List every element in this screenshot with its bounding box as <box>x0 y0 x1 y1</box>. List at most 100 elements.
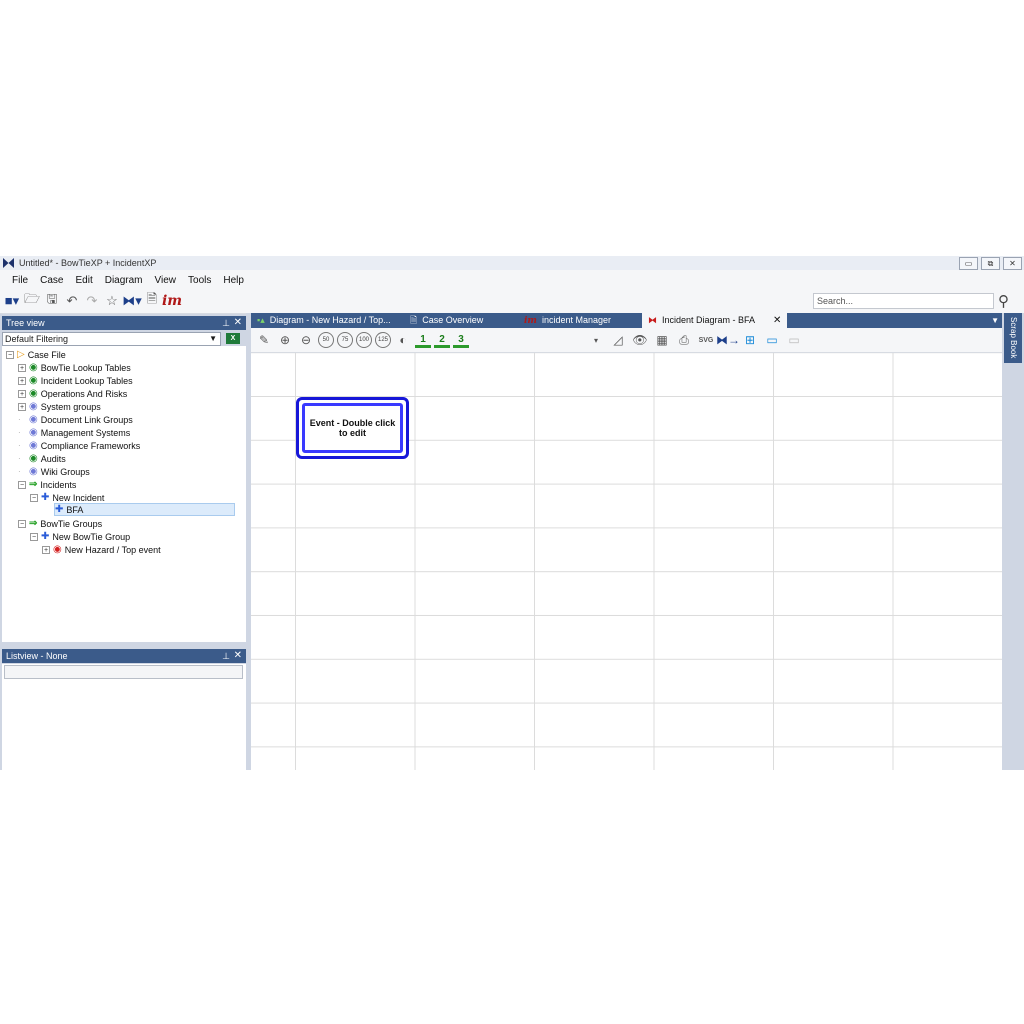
tab-case-overview[interactable]: 🗎 Case Overview <box>410 313 483 328</box>
favorite-star-icon[interactable]: ☆ <box>104 293 120 309</box>
menu-help[interactable]: Help <box>217 275 250 286</box>
scrapbook-sidebar: Scrap Book <box>1002 313 1024 770</box>
tree-item-operations-and-risks[interactable]: + ◉ Operations And Risks <box>18 387 127 400</box>
diagram-canvas[interactable]: Event - Double click to edit <box>251 353 1002 770</box>
tree-item-document-link-groups[interactable]: · ◉ Document Link Groups <box>18 413 133 426</box>
menu-diagram[interactable]: Diagram <box>99 275 149 286</box>
undo-icon[interactable]: ↶ <box>64 293 80 309</box>
save-icon[interactable]: 🖫 <box>44 291 60 309</box>
tab-incident-diagram-bfa[interactable]: ⧓ Incident Diagram - BFA ✕ <box>642 313 788 328</box>
visibility-eye-icon[interactable]: 👁 <box>631 331 649 349</box>
menu-view[interactable]: View <box>149 275 183 286</box>
collapse-icon[interactable]: − <box>18 480 26 489</box>
zoom-out-icon[interactable]: ⊖ <box>297 331 315 349</box>
search-input[interactable]: Search... <box>813 293 994 309</box>
blue-circle-icon: ◉ <box>29 400 38 412</box>
scrapbook-tab[interactable]: Scrap Book <box>1004 313 1022 363</box>
treeview: − ▷ Case File + ◉ BowTie Lookup Tables + ◉ Inc… <box>2 346 246 642</box>
close-window-button[interactable]: ✕ <box>1003 257 1022 270</box>
menu-file[interactable]: File <box>6 275 34 286</box>
tree-item-audits[interactable]: · ◉ Audits <box>18 452 66 465</box>
tree-item-case-file[interactable]: − ▷ Case File <box>6 348 66 361</box>
tree-item-management-systems[interactable]: · ◉ Management Systems <box>18 426 130 439</box>
tab-incident-manager[interactable]: im incident Manager <box>524 313 611 328</box>
excel-export-icon[interactable]: X <box>226 333 240 344</box>
tree-item-wiki-groups[interactable]: · ◉ Wiki Groups <box>18 465 90 478</box>
open-folder-icon[interactable]: 🗁 <box>24 291 40 309</box>
zoom-in-icon[interactable]: ⊕ <box>276 331 294 349</box>
tree-item-new-bowtie-group[interactable]: − ✚ New BowTie Group <box>30 530 130 543</box>
diagram-toolbar: ✎ ⊕ ⊖ 50 75 100 125 ◐ 1 2 3 ▾ ◿ 👁 ▦ ⎙ SV… <box>251 328 1002 353</box>
level-2-icon[interactable]: 2 <box>434 332 450 348</box>
pin-icon[interactable]: ⊥ <box>222 316 230 330</box>
incident-cross-icon: ✚ <box>41 491 50 503</box>
tree-item-incidents[interactable]: − ⇒ Incidents <box>18 478 76 491</box>
level-3-icon[interactable]: 3 <box>453 332 469 348</box>
application-window: Untitled* - BowTieXP + IncidentXP ▭ ⧉ ✕ … <box>0 256 1024 770</box>
layout-icon[interactable]: ◿ <box>609 331 627 349</box>
zoom-75-icon[interactable]: 75 <box>337 332 353 348</box>
window-title: Untitled* - BowTieXP + IncidentXP <box>19 258 157 268</box>
case-file-icon: ▷ <box>17 348 25 360</box>
title-bar: Untitled* - BowTieXP + IncidentXP ▭ ⧉ ✕ <box>0 256 1024 270</box>
document-icon[interactable]: 🗎 <box>144 291 160 309</box>
add-box-icon[interactable]: ⊞ <box>741 331 759 349</box>
tree-item-new-hazard[interactable]: + ◉ New Hazard / Top event <box>42 543 161 556</box>
zoom-125-icon[interactable]: 125 <box>375 332 391 348</box>
zoom-100-icon[interactable]: 100 <box>356 332 372 348</box>
menu-bar: File Case Edit Diagram View Tools Help <box>0 270 1024 290</box>
incidentxp-logo-icon: im <box>524 316 537 326</box>
zoom-50-icon[interactable]: 50 <box>318 332 334 348</box>
expand-icon[interactable]: + <box>18 402 26 411</box>
search-icon[interactable]: ⚲ <box>998 292 1009 310</box>
restore-button[interactable]: ⧉ <box>981 257 1000 270</box>
menu-tools[interactable]: Tools <box>182 275 217 286</box>
tabs-dropdown-icon[interactable]: ▼ <box>991 313 999 328</box>
pin-icon[interactable]: ⊥ <box>222 649 230 663</box>
tab-diagram-new-hazard[interactable]: ▪▴ Diagram - New Hazard / Top... <box>257 313 391 328</box>
svg-export-icon[interactable]: SVG <box>697 331 715 349</box>
listview-filter-field[interactable] <box>4 665 243 679</box>
close-icon[interactable]: ✕ <box>234 649 242 663</box>
collapse-icon[interactable]: − <box>30 493 38 502</box>
export-icon[interactable]: ⎙ <box>675 331 693 349</box>
blue-circle-icon: ◉ <box>29 465 38 477</box>
zoom-fit-icon[interactable]: ◐ <box>394 331 412 349</box>
tree-item-bowtie-groups[interactable]: − ⇒ BowTie Groups <box>18 517 102 530</box>
menu-edit[interactable]: Edit <box>69 275 98 286</box>
collapse-icon[interactable]: − <box>6 350 14 359</box>
collapse-icon[interactable]: − <box>18 519 26 528</box>
edit-icon[interactable]: ✎ <box>255 331 273 349</box>
tree-item-system-groups[interactable]: + ◉ System groups <box>18 400 101 413</box>
grid-icon[interactable]: ▦ <box>653 331 671 349</box>
incidentxp-logo-icon[interactable]: im <box>162 293 182 309</box>
redo-icon[interactable]: ↷ <box>84 293 100 309</box>
treeview-header: Tree view ⊥ ✕ <box>2 316 246 330</box>
close-tab-icon[interactable]: ✕ <box>773 315 781 326</box>
green-circle-icon: ◉ <box>29 361 38 373</box>
hazard-red-icon: ◉ <box>53 543 62 555</box>
expand-icon[interactable]: + <box>18 389 26 398</box>
event-node[interactable]: Event - Double click to edit <box>296 397 409 459</box>
expand-icon[interactable]: + <box>42 545 50 554</box>
tree-item-bowtie-lookup-tables[interactable]: + ◉ BowTie Lookup Tables <box>18 361 131 374</box>
close-icon[interactable]: ✕ <box>234 316 242 330</box>
bowtie-diagram-icon[interactable]: ⧓▾ <box>122 293 142 309</box>
tree-item-bfa[interactable]: ✚ BFA <box>54 503 235 516</box>
menu-case[interactable]: Case <box>34 275 69 286</box>
collapse-icon[interactable]: − <box>30 532 38 541</box>
tree-item-incident-lookup-tables[interactable]: + ◉ Incident Lookup Tables <box>18 374 133 387</box>
tree-item-compliance-frameworks[interactable]: · ◉ Compliance Frameworks <box>18 439 140 452</box>
expand-icon[interactable]: + <box>18 376 26 385</box>
diagram-icon: ▪▴ <box>257 315 265 325</box>
treeview-title: Tree view <box>6 318 45 328</box>
expand-icon[interactable]: + <box>18 363 26 372</box>
document-tabs: ▪▴ Diagram - New Hazard / Top... 🗎 Case Ov… <box>251 313 1002 328</box>
box-outline-icon[interactable]: ▭ <box>763 331 781 349</box>
level-1-icon[interactable]: 1 <box>415 332 431 348</box>
dropdown-icon[interactable]: ▾ <box>587 331 605 349</box>
filter-dropdown[interactable]: Default Filtering ▼ <box>2 332 221 346</box>
new-case-icon[interactable]: ■▾ <box>4 293 20 309</box>
connector-icon[interactable]: ⧓→ <box>716 331 740 349</box>
minimize-button[interactable]: ▭ <box>959 257 978 270</box>
